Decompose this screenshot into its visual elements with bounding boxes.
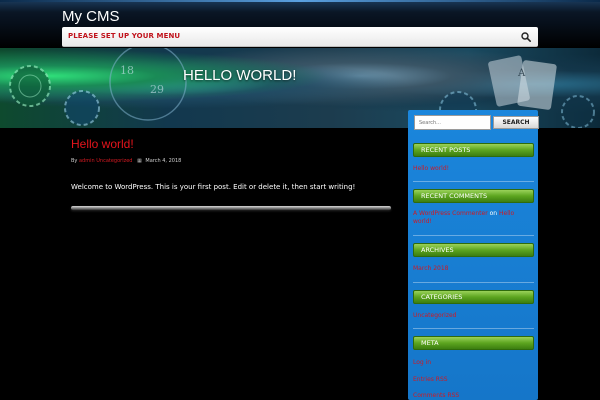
recent-comment-item: A WordPress Commenter on Hello world! — [413, 210, 534, 226]
post-separator — [71, 206, 391, 210]
widget-title-archives: ARCHIVES — [413, 243, 534, 257]
comment-post-link-cont[interactable]: world! — [413, 218, 432, 225]
category-link[interactable]: Uncategorized — [413, 312, 456, 319]
widget-title-categories: CATEGORIES — [413, 290, 534, 304]
widget-title-meta: META — [413, 336, 534, 350]
comment-author-link[interactable]: A WordPress Commenter — [413, 210, 488, 217]
site-header: My CMS PLEASE SET UP YOUR MENU — [0, 0, 600, 48]
meta-comments-rss-link[interactable]: Comments RSS — [413, 392, 459, 399]
meta-entries-rss-link[interactable]: Entries RSS — [413, 376, 448, 383]
card-ace: A — [517, 68, 526, 79]
widget-divider — [413, 328, 534, 329]
widget-title-recent-posts: RECENT POSTS — [413, 143, 534, 157]
comment-on-text: on — [489, 210, 498, 217]
post-meta-by: By — [71, 158, 78, 164]
site-title[interactable]: My CMS — [62, 8, 120, 25]
post-title[interactable]: Hello world! — [71, 137, 134, 151]
search-button[interactable]: SEARCH — [493, 116, 539, 129]
post-body: Welcome to WordPress. This is your first… — [71, 183, 356, 191]
widget-title-recent-comments: RECENT COMMENTS — [413, 189, 534, 203]
post-meta: By admin Uncategorized ▦ March 4, 2018 — [71, 158, 181, 164]
recent-post-link[interactable]: Hello world! — [413, 165, 449, 172]
widget-divider — [413, 282, 534, 283]
banner-title: HELLO WORLD! — [183, 67, 297, 84]
meta-login-link[interactable]: Log in — [413, 359, 431, 366]
calendar-icon: ▦ — [137, 158, 142, 164]
clock-numeral-18: 18 — [120, 64, 134, 77]
sidebar: SEARCH RECENT POSTS Hello world! RECENT … — [408, 110, 539, 400]
post-author-link[interactable]: admin — [79, 158, 95, 164]
post-category-link[interactable]: Uncategorized — [96, 158, 132, 164]
widget-divider — [413, 235, 534, 236]
widget-divider — [413, 181, 534, 182]
menu-setup-notice[interactable]: PLEASE SET UP YOUR MENU — [68, 32, 180, 40]
search-input[interactable] — [414, 115, 491, 130]
archive-link[interactable]: March 2018 — [413, 265, 448, 272]
primary-menu-bar: PLEASE SET UP YOUR MENU — [62, 27, 538, 47]
post-date[interactable]: March 4, 2018 — [145, 158, 181, 164]
comment-post-link[interactable]: Hello — [499, 210, 514, 217]
clock-numeral-29: 29 — [150, 83, 164, 96]
search-icon[interactable] — [521, 32, 531, 42]
